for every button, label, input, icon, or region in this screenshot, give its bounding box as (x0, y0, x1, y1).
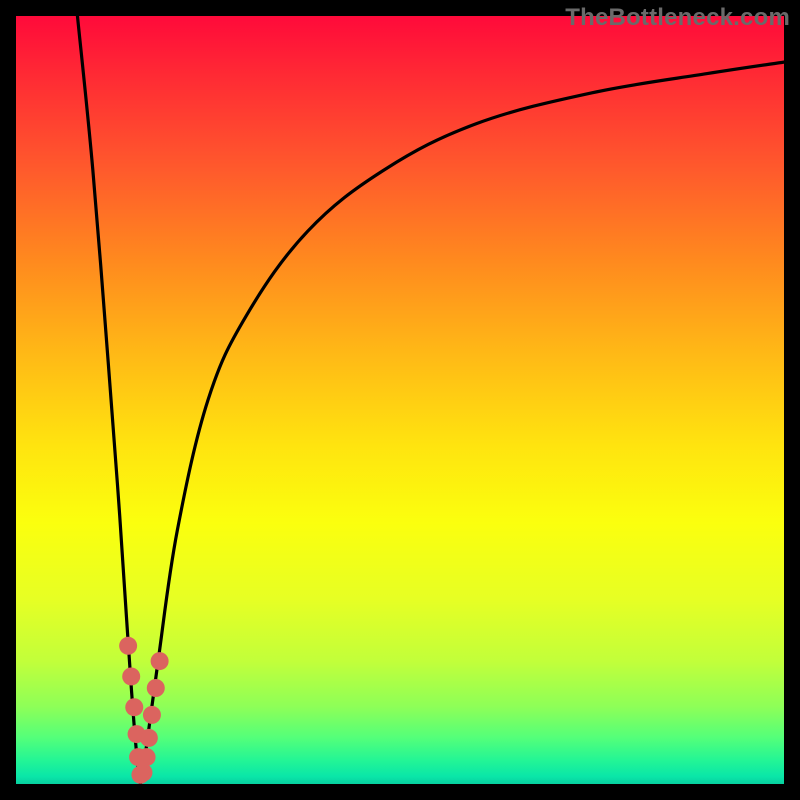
chart-marker (147, 679, 165, 697)
chart-plot-area (16, 16, 784, 784)
chart-marker (138, 748, 156, 766)
chart-marker (134, 763, 152, 781)
chart-marker (143, 706, 161, 724)
chart-marker (151, 652, 169, 670)
chart-svg (16, 16, 784, 784)
chart-marker (122, 667, 140, 685)
watermark-text: TheBottleneck.com (565, 4, 790, 32)
chart-marker (140, 729, 158, 747)
chart-curve-right-branch (140, 62, 784, 784)
chart-frame: TheBottleneck.com (0, 0, 800, 800)
chart-marker (119, 637, 137, 655)
chart-markers (119, 637, 168, 784)
chart-marker (125, 698, 143, 716)
chart-curves (77, 16, 784, 784)
